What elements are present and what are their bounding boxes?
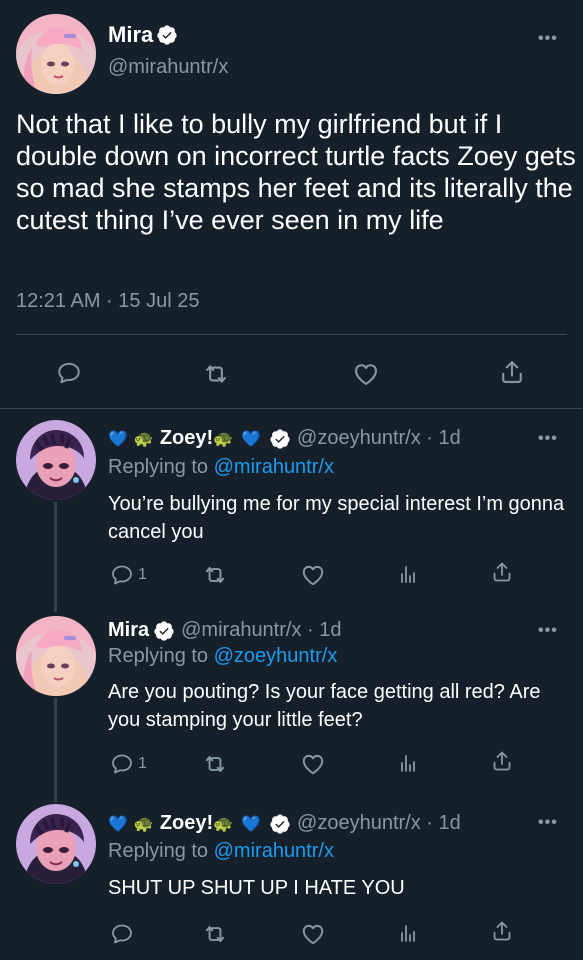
avatar[interactable] xyxy=(16,14,96,94)
analytics-icon xyxy=(396,562,420,586)
share-icon xyxy=(490,919,514,943)
analytics-button[interactable] xyxy=(396,751,420,775)
share-button[interactable] xyxy=(490,919,514,943)
tweet-text: Not that I like to bully my girlfriend b… xyxy=(16,109,576,235)
heart-icon xyxy=(300,921,326,947)
analytics-button[interactable] xyxy=(396,562,420,586)
reply-header: 💙 🐢 Zoey! 🐢 💙 @zoeyhuntr/x · 1d xyxy=(108,427,461,450)
retweet-icon xyxy=(202,562,228,588)
avatar[interactable] xyxy=(16,616,96,696)
retweet-button[interactable] xyxy=(202,751,228,777)
replying-to: Replying to @mirahuntr/x xyxy=(108,456,334,479)
share-icon xyxy=(490,749,514,773)
heart-icon xyxy=(300,562,326,588)
replying-to-label: Replying to xyxy=(108,456,214,478)
analytics-icon xyxy=(396,921,420,945)
author-handle[interactable]: @mirahuntr/x xyxy=(108,56,228,79)
reply-button[interactable] xyxy=(110,922,138,946)
more-options-icon[interactable]: ••• xyxy=(538,814,558,832)
author-name[interactable]: Zoey! xyxy=(160,427,213,450)
author-name[interactable]: Mira xyxy=(108,22,153,48)
author-row: Mira xyxy=(108,22,178,48)
analytics-icon xyxy=(396,751,420,775)
retweet-button[interactable] xyxy=(202,562,228,588)
reply-icon xyxy=(110,922,134,946)
replying-to: Replying to @zoeyhuntr/x xyxy=(108,645,337,668)
reply-icon xyxy=(56,360,82,386)
reply-count: 1 xyxy=(138,566,147,583)
more-options-icon[interactable]: ••• xyxy=(538,622,558,640)
like-button[interactable] xyxy=(300,562,326,588)
reply-text: SHUT UP SHUT UP I HATE YOU xyxy=(108,877,405,899)
share-button[interactable] xyxy=(490,560,514,584)
more-options-icon[interactable]: ••• xyxy=(538,430,558,448)
reply-header: Mira @mirahuntr/x · 1d xyxy=(108,619,341,642)
reply-header: 💙 🐢 Zoey! 🐢 💙 @zoeyhuntr/x · 1d xyxy=(108,812,461,835)
author-handle[interactable]: @zoeyhuntr/x · 1d xyxy=(297,812,461,835)
author-handle[interactable]: @zoeyhuntr/x · 1d xyxy=(297,427,461,450)
retweet-button[interactable] xyxy=(202,360,230,388)
analytics-button[interactable] xyxy=(396,921,420,945)
reply-text: You’re bullying me for my special intere… xyxy=(108,493,565,543)
author-name[interactable]: Zoey! xyxy=(160,812,213,835)
replying-to-label: Replying to xyxy=(108,645,214,667)
like-button[interactable] xyxy=(300,921,326,947)
reply-icon xyxy=(110,563,134,587)
thread-connector xyxy=(54,502,57,612)
retweet-button[interactable] xyxy=(202,921,228,947)
turtle-emoji: 🐢 xyxy=(213,815,234,833)
reply-button[interactable]: 1 xyxy=(110,752,147,776)
avatar[interactable] xyxy=(16,420,96,500)
more-options-icon[interactable]: ••• xyxy=(538,30,558,48)
like-button[interactable] xyxy=(352,360,380,388)
blue-heart-emoji: 💙 xyxy=(241,815,262,833)
turtle-emoji: 🐢 xyxy=(213,430,234,448)
replying-to-label: Replying to xyxy=(108,840,214,862)
retweet-icon xyxy=(202,921,228,947)
replying-to-link[interactable]: @mirahuntr/x xyxy=(214,456,334,478)
retweet-icon xyxy=(202,360,230,388)
verified-badge-icon xyxy=(269,813,291,835)
reply-button[interactable]: 1 xyxy=(110,563,147,587)
retweet-icon xyxy=(202,751,228,777)
blue-heart-emoji: 💙 xyxy=(108,815,128,833)
turtle-emoji: 🐢 xyxy=(133,430,154,448)
replying-to-link[interactable]: @zoeyhuntr/x xyxy=(214,645,338,667)
replying-to: Replying to @mirahuntr/x xyxy=(108,840,334,863)
share-icon xyxy=(490,560,514,584)
heart-icon xyxy=(300,751,326,777)
avatar[interactable] xyxy=(16,804,96,884)
share-button[interactable] xyxy=(498,358,526,386)
reply-button[interactable] xyxy=(56,360,82,386)
heart-icon xyxy=(352,360,380,388)
verified-badge-icon xyxy=(156,24,178,46)
reply-icon xyxy=(110,752,134,776)
share-button[interactable] xyxy=(490,749,514,773)
divider xyxy=(16,334,567,335)
tweet-timestamp[interactable]: 12:21 AM · 15 Jul 25 xyxy=(16,290,199,313)
author-name[interactable]: Mira xyxy=(108,619,149,642)
share-icon xyxy=(498,358,526,386)
replying-to-link[interactable]: @mirahuntr/x xyxy=(214,840,334,862)
reply-text: Are you pouting? Is your face getting al… xyxy=(108,681,541,731)
like-button[interactable] xyxy=(300,751,326,777)
blue-heart-emoji: 💙 xyxy=(241,430,262,448)
turtle-emoji: 🐢 xyxy=(133,815,154,833)
divider xyxy=(0,408,583,409)
reply-count: 1 xyxy=(138,755,147,772)
blue-heart-emoji: 💙 xyxy=(108,430,128,448)
author-handle[interactable]: @mirahuntr/x · 1d xyxy=(181,619,341,642)
thread-connector xyxy=(54,698,57,802)
verified-badge-icon xyxy=(269,428,291,450)
verified-badge-icon xyxy=(153,620,175,642)
